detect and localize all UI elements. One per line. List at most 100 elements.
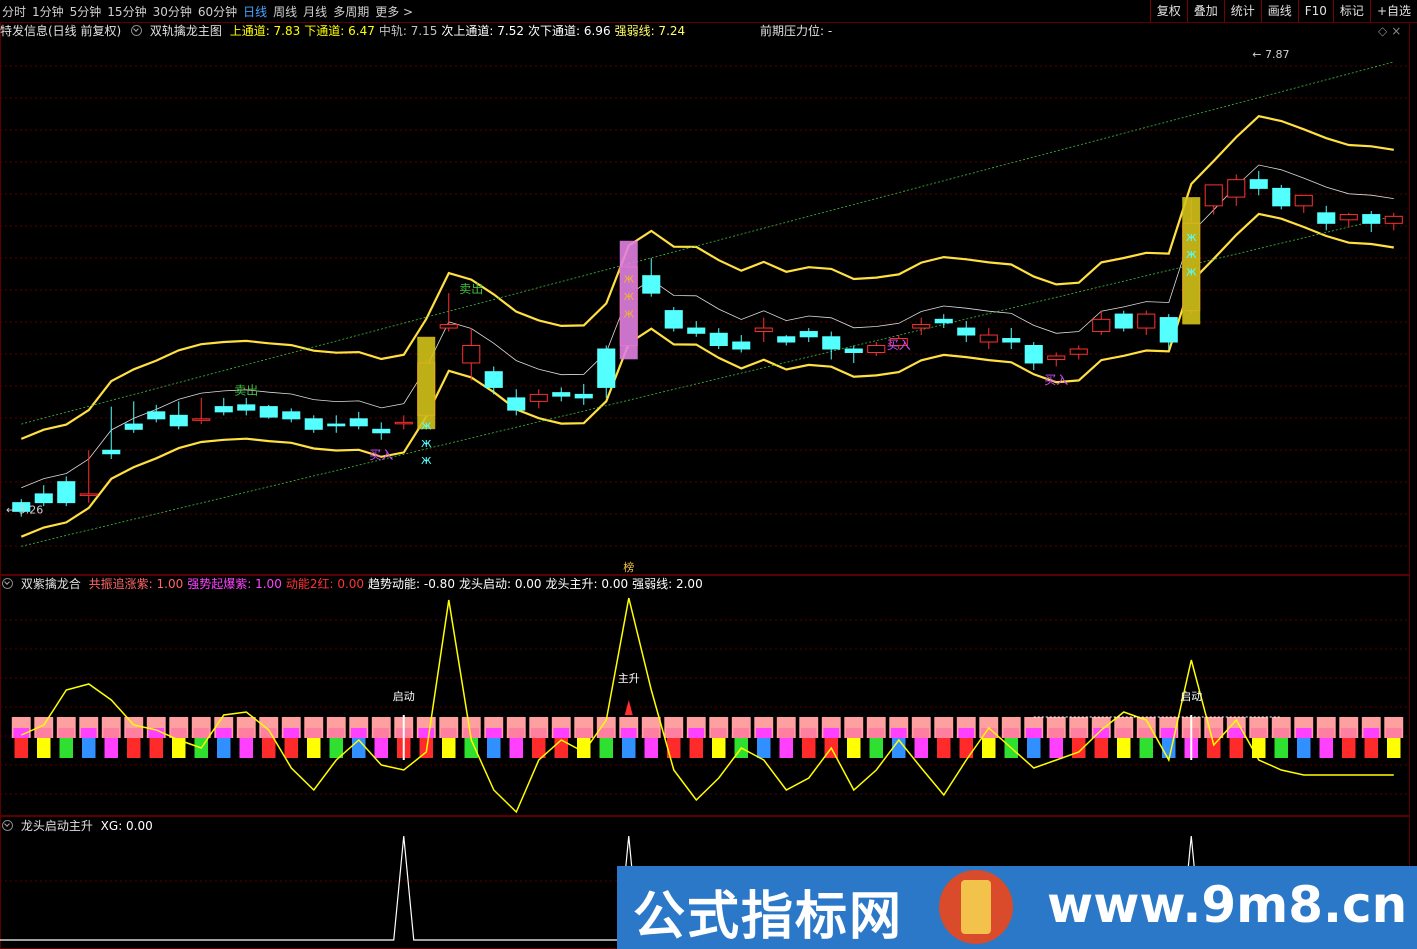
panel2-mid-bar: [1295, 728, 1312, 738]
panel2-mid-bar: [1070, 728, 1087, 738]
candle-body: [79, 493, 98, 496]
panel2-mid-bar: [215, 728, 232, 738]
panel2-title[interactable]: 双紫擒龙合: [21, 577, 81, 591]
candle-body: [1249, 179, 1268, 189]
panel2-marker: 启动: [393, 690, 415, 703]
indicator-value-3: 次上通道: 7.52: [441, 24, 524, 38]
candle-body: [642, 275, 661, 294]
candle-body: [574, 393, 593, 399]
candle-body: [1092, 318, 1111, 333]
pressure-value: 前期压力位: -: [760, 24, 833, 38]
panel2-mid-bar: [35, 728, 52, 738]
panel2-mid-bar: [1273, 728, 1290, 738]
panel2-mid-bar: [868, 728, 885, 738]
candle-body: [844, 348, 863, 353]
candle-body: [979, 334, 998, 343]
panel2-mid-bar: [845, 728, 862, 738]
panel2-marker: 主升: [618, 672, 640, 685]
panel2-mid-bar: [643, 728, 660, 738]
panel2-low-bar: [239, 738, 253, 758]
panel2-low-bar: [1207, 738, 1221, 758]
panel2-low-bar: [757, 738, 771, 758]
panel2-low-bar: [599, 738, 613, 758]
butterfly-icon: ж: [623, 289, 634, 303]
panel2-low-bar: [14, 738, 28, 758]
panel2-mid-bar: [800, 728, 817, 738]
main-panel-header: 特发信息(日线 前复权) 双轨擒龙主图 上通道: 7.83 下通道: 6.47 中轨…: [0, 23, 693, 39]
indicator-value-1: 下通道: 6.47: [304, 24, 375, 38]
main-indicator-values: 上通道: 7.83 下通道: 6.47 中轨: 7.15 次上通道: 7.52 次下通道…: [230, 24, 689, 38]
collapse-icon[interactable]: [2, 820, 13, 831]
watermark-banner: 公式指标网 www.9m8.cn: [617, 866, 1417, 949]
candle-body: [304, 418, 323, 430]
panel3-header: 龙头启动主升 XG: 0.00: [0, 818, 161, 834]
panel2-mid-bar: [1318, 728, 1335, 738]
panel2-low-bar: [1342, 738, 1356, 758]
panel2-mid-bar: [665, 728, 682, 738]
signal-annotation: 买入: [887, 338, 911, 352]
panel2-low-bar: [982, 738, 996, 758]
panel2-low-bar: [1094, 738, 1108, 758]
panel2-low-bar: [712, 738, 726, 758]
panel2-header: 双紫擒龙合 共振追涨紫: 1.00 强势起爆紫: 1.00 动能2红: 0.00 趋势…: [0, 576, 711, 592]
candle-body: [214, 406, 233, 413]
candle-body: [1069, 348, 1088, 355]
panel2-mid-bar: [1115, 728, 1132, 738]
panel2-low-bar: [217, 738, 231, 758]
panel2-mid-bar: [485, 728, 502, 738]
panel2-low-bar: [937, 738, 951, 758]
panel2-mid-bar: [193, 728, 210, 738]
butterfly-icon: ж: [421, 436, 432, 450]
panel2-mid-bar: [913, 728, 930, 738]
candle-body: [597, 348, 616, 388]
candle-body: [1002, 338, 1021, 343]
candle-body: [237, 404, 256, 411]
panel2-low-bar: [487, 738, 501, 758]
signal-annotation: 卖出: [459, 282, 483, 296]
stock-chart-canvas: 卖出卖出买入买入买入← 7.87← 5.26榜жжжжжжжжж启动主升启动: [0, 22, 1410, 949]
candle-body: [1339, 214, 1358, 221]
indicator-name[interactable]: 双轨擒龙主图: [150, 24, 222, 38]
panel2-mid-bar: [1250, 728, 1267, 738]
candle-body: [799, 331, 818, 338]
panel-controls[interactable]: ◇ ×: [1378, 23, 1405, 39]
panel2-mid-bar: [418, 728, 435, 738]
panel2-low-bar: [1297, 738, 1311, 758]
indicator-value-2: 动能2红: 0.00: [285, 577, 365, 591]
diamond-icon[interactable]: ◇: [1378, 24, 1387, 38]
trend-momentum-line: [20, 597, 1394, 814]
panel2-low-bar: [1027, 738, 1041, 758]
candle-body: [439, 324, 458, 329]
panel2-mid-bar: [935, 728, 952, 738]
panel2-low-bar: [1229, 738, 1243, 758]
indicator-value-0: 上通道: 7.83: [229, 24, 301, 38]
panel2-mid-bar: [688, 728, 705, 738]
panel2-low-bar: [262, 738, 276, 758]
pressure-label: 前期压力位: -: [760, 23, 836, 39]
candle-body: [934, 318, 953, 324]
indicator-value-4: 龙头启动: 0.00: [458, 577, 542, 591]
panel2-low-bar: [442, 738, 456, 758]
indicator-value-0: XG: 0.00: [100, 819, 153, 833]
indicator-value-1: 强势起爆紫: 1.00: [187, 577, 282, 591]
watermark-text: 公式指标网: [633, 887, 904, 947]
candle-body: [822, 336, 841, 350]
candle-body: [327, 423, 346, 427]
candle-body: [529, 393, 548, 402]
signal-column: [417, 336, 436, 430]
panel2-low-bar: [1117, 738, 1131, 758]
panel2-mid-bar: [620, 728, 637, 738]
panel2-low-bar: [1139, 738, 1153, 758]
collapse-icon[interactable]: [131, 25, 143, 36]
collapse-icon[interactable]: [2, 578, 13, 589]
close-icon[interactable]: ×: [1391, 24, 1401, 38]
candle-body: [394, 421, 413, 425]
candle-body: [1227, 179, 1246, 198]
panel2-mid-bar: [778, 728, 795, 738]
panel3-title[interactable]: 龙头启动主升: [21, 819, 93, 833]
panel2-mid-bar: [305, 728, 322, 738]
panel2-low-bar: [1319, 738, 1333, 758]
butterfly-icon: ж: [623, 272, 634, 286]
panel2-mid-bar: [1363, 728, 1380, 738]
signal-annotation: 卖出: [234, 383, 258, 397]
